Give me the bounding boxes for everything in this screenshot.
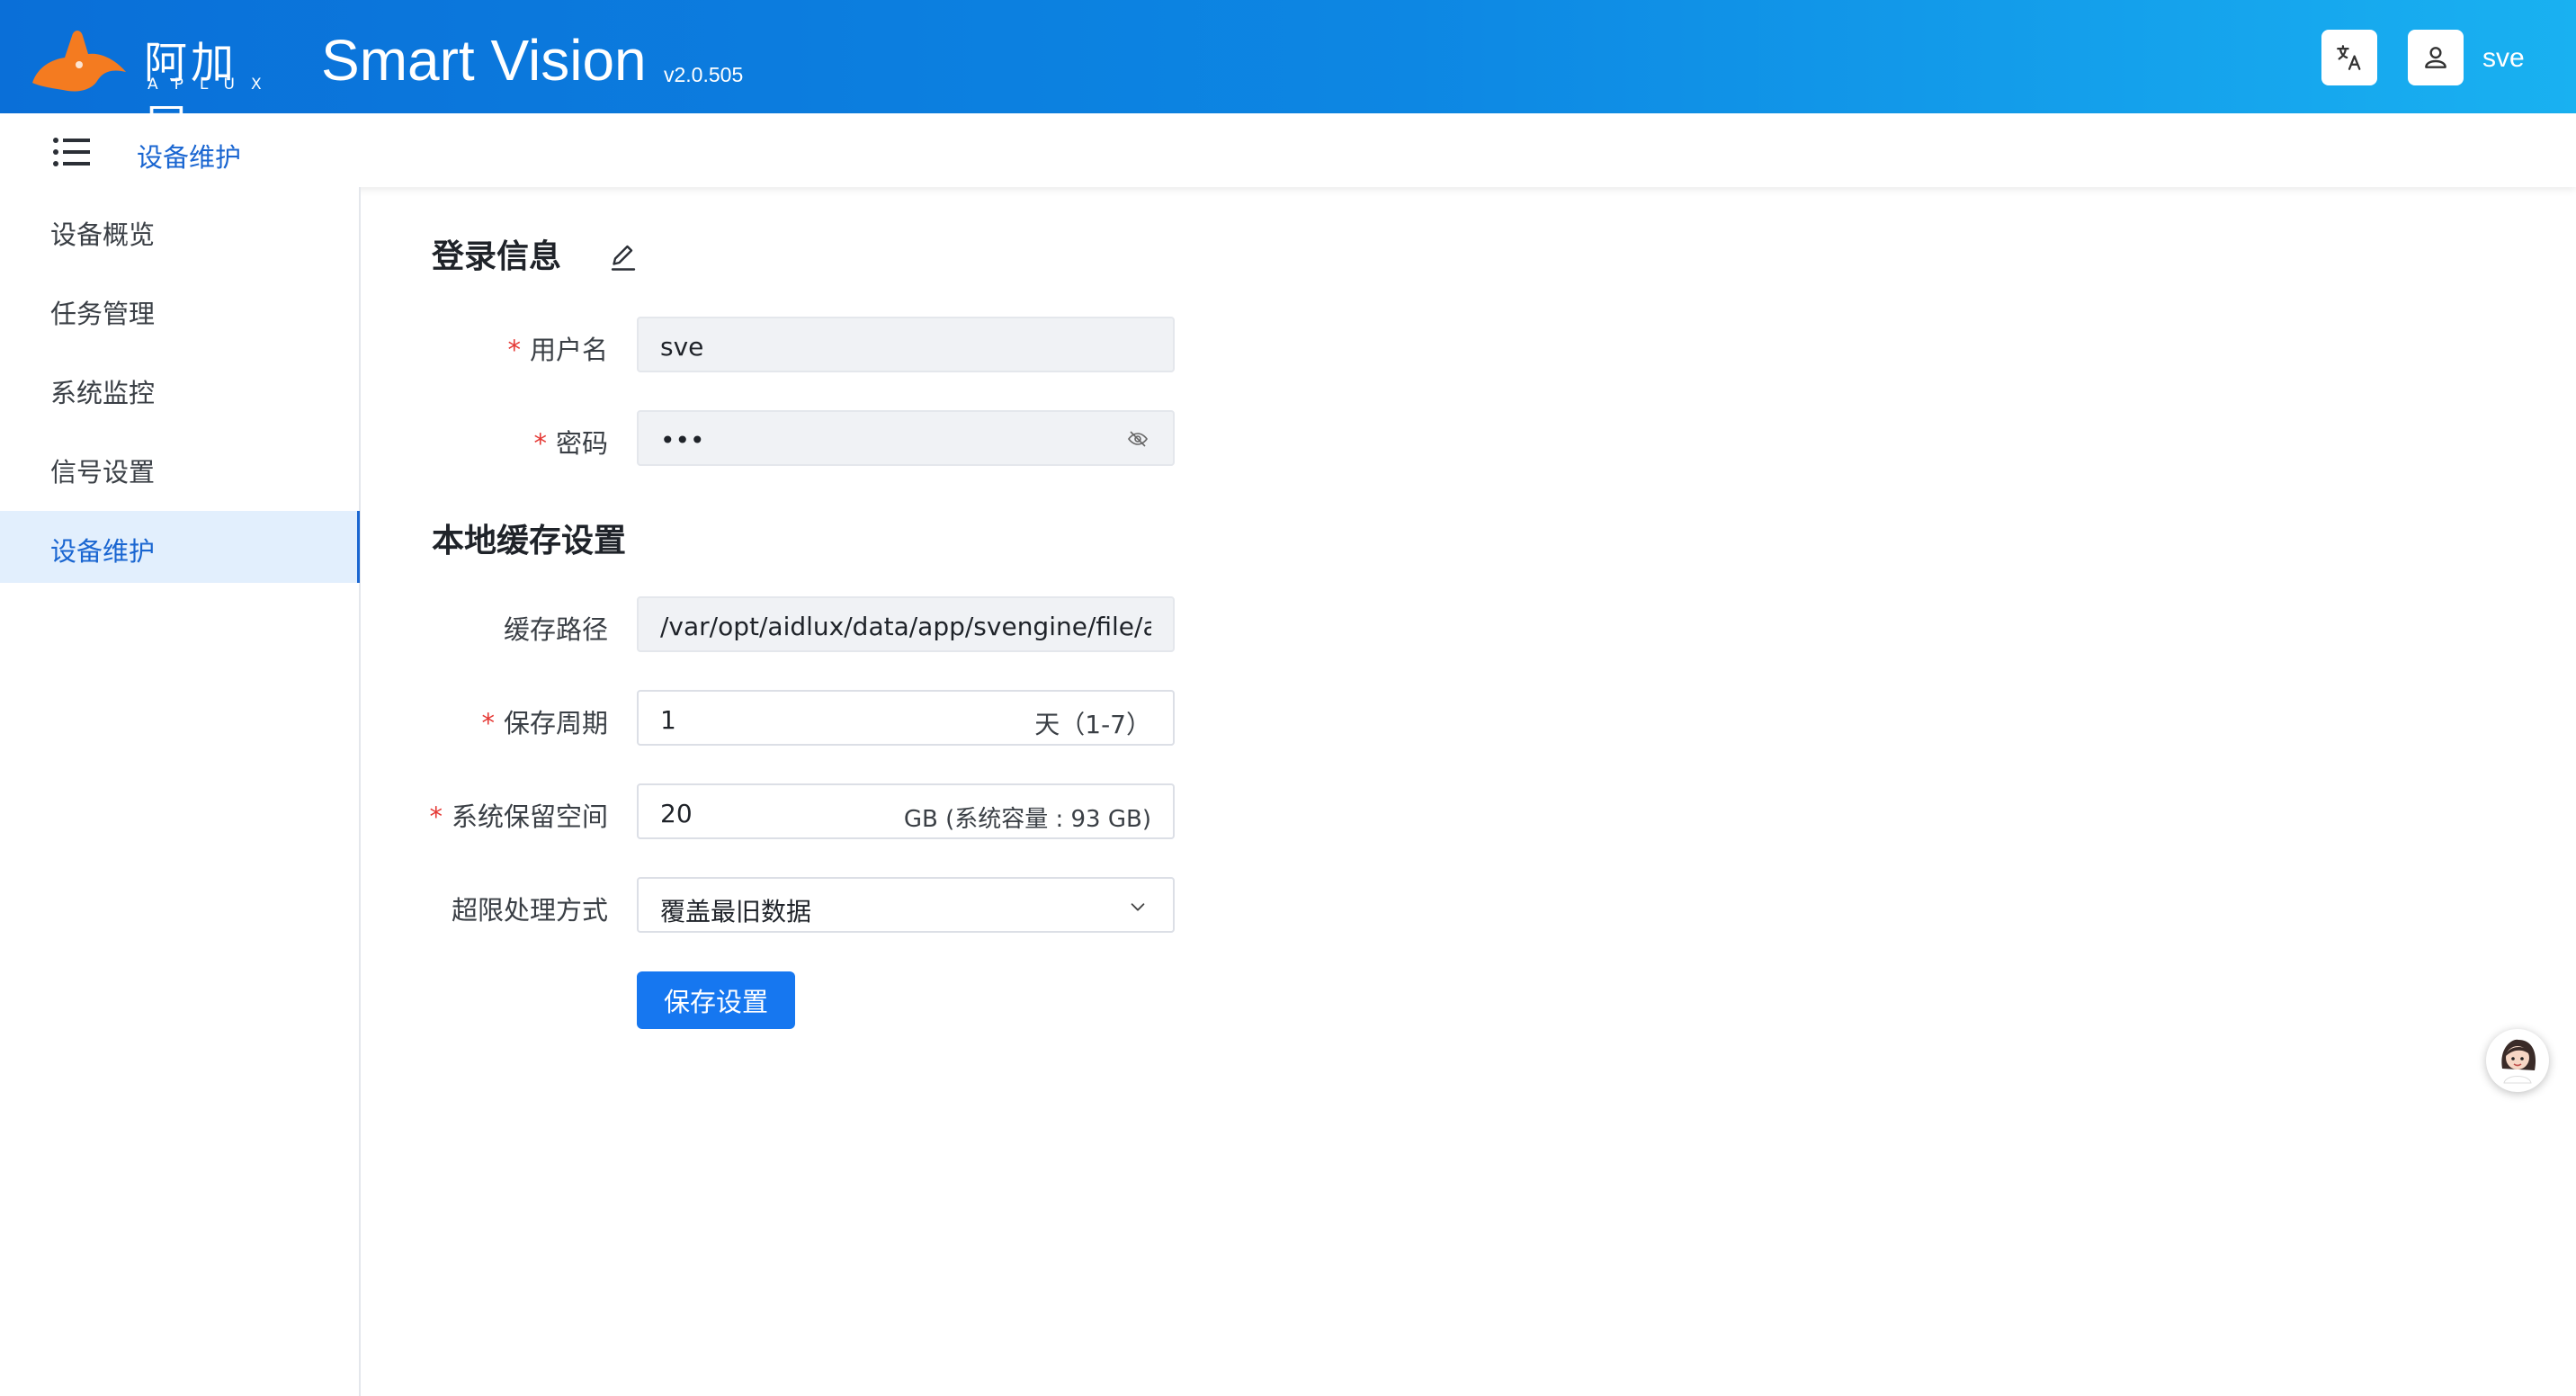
login-section-title: 登录信息: [432, 238, 562, 275]
password-label: * 密码: [533, 428, 608, 459]
retention-period-suffix: 天（1-7）: [1034, 710, 1151, 739]
sidebar-item-device-overview[interactable]: 设备概览: [0, 194, 360, 266]
overflow-handling-select[interactable]: 覆盖最旧数据: [637, 877, 1175, 933]
logo-mark-icon: [32, 31, 126, 92]
assistant-avatar[interactable]: [2486, 1029, 2549, 1092]
retention-period-input[interactable]: 1 天（1-7）: [637, 690, 1175, 746]
overflow-handling-label: 超限处理方式: [451, 895, 608, 926]
logo-english-text: APLUX: [148, 76, 278, 94]
edit-icon[interactable]: [607, 241, 640, 273]
sidebar-item-label: 设备维护: [50, 536, 156, 567]
retention-period-label: * 保存周期: [481, 708, 608, 738]
reserved-space-label: * 系统保留空间: [429, 801, 608, 832]
retention-period-value: 1: [660, 705, 676, 735]
assistant-avatar-icon: [2501, 1039, 2536, 1084]
username-value: sve: [660, 332, 704, 362]
save-settings-button[interactable]: 保存设置: [637, 971, 795, 1029]
sidebar-item-device-maintenance[interactable]: 设备维护: [0, 511, 360, 583]
sidebar: 设备概览 任务管理 系统监控 信号设置 设备维护: [0, 187, 361, 1396]
user-button[interactable]: [2408, 30, 2464, 85]
chevron-down-icon: [1131, 903, 1145, 911]
sidebar-item-label: 任务管理: [50, 299, 156, 329]
breadcrumb-current[interactable]: 设备维护: [137, 137, 241, 174]
app-title: Smart Vision: [321, 28, 647, 93]
reserved-space-suffix: GB (系统容量 : 93 GB): [903, 806, 1151, 833]
eye-off-icon[interactable]: [1126, 428, 1149, 450]
username-field[interactable]: sve: [637, 317, 1175, 372]
sidebar-item-label: 信号设置: [50, 457, 156, 488]
app-version: v2.0.505: [664, 63, 744, 86]
sidebar-item-label: 系统监控: [50, 378, 156, 408]
cache-path-value: /var/opt/aidlux/data/app/svengine/file/a…: [660, 612, 1151, 641]
username-label[interactable]: sve: [2482, 43, 2525, 74]
user-icon: [2425, 47, 2446, 68]
top-header: 阿加犀 APLUX Smart Vision v2.0.505 sve: [0, 0, 2576, 151]
sidebar-item-label: 设备概览: [50, 219, 156, 250]
aplux-logo: 阿加犀 APLUX: [25, 20, 278, 151]
reserved-space-input[interactable]: 20 GB (系统容量 : 93 GB): [637, 783, 1175, 839]
cache-path-label: 缓存路径: [503, 614, 608, 645]
overflow-handling-value: 覆盖最旧数据: [660, 897, 812, 926]
menu-toggle-icon[interactable]: [52, 136, 92, 168]
language-button[interactable]: [2321, 30, 2377, 85]
username-label: * 用户名: [507, 335, 608, 365]
cache-path-field[interactable]: /var/opt/aidlux/data/app/svengine/file/a…: [637, 596, 1175, 652]
cache-section-title: 本地缓存设置: [432, 523, 627, 559]
reserved-space-value: 20: [660, 799, 693, 828]
password-value: •••: [660, 425, 705, 455]
translate-icon: [2337, 45, 2361, 70]
breadcrumb-bar: [0, 113, 2576, 187]
password-field[interactable]: •••: [637, 410, 1175, 466]
